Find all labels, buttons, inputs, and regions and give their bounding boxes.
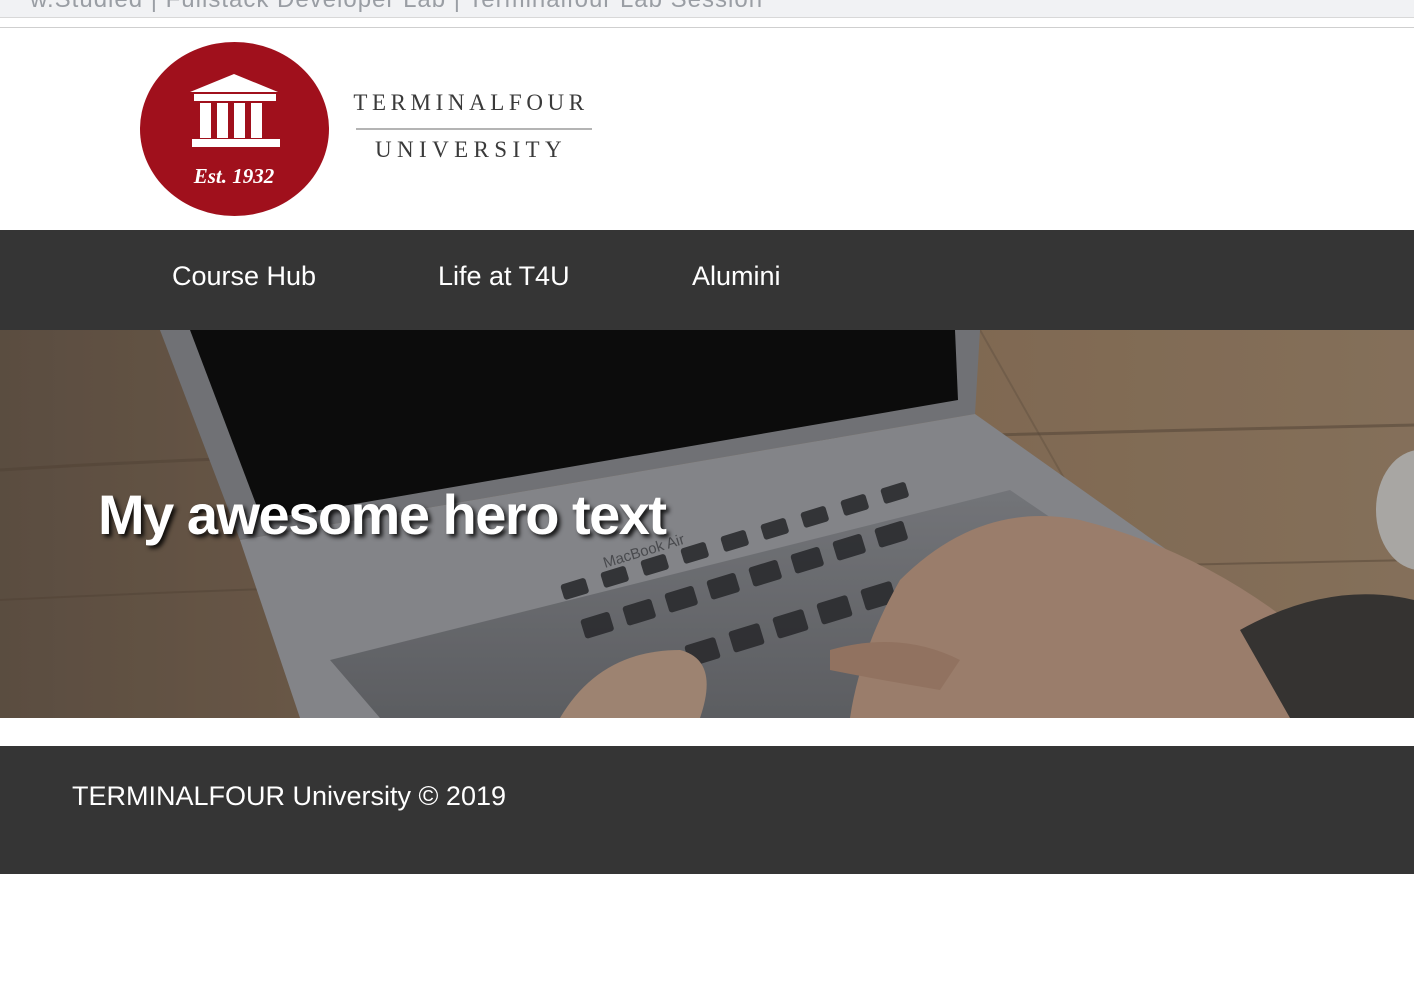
- nav-item-life-at-t4u[interactable]: Life at T4U: [438, 261, 570, 292]
- site-footer: TERMINALFOUR University © 2019: [0, 746, 1414, 874]
- seal-text: Est. 1932: [193, 164, 275, 188]
- main-navigation: Course Hub Life at T4U Alumini: [0, 230, 1414, 330]
- university-seal-icon: Est. 1932: [140, 42, 329, 216]
- university-wordmark: TERMINALFOUR UNIVERSITY: [338, 88, 608, 178]
- wordmark-bottom: UNIVERSITY: [375, 137, 567, 162]
- hero-title: My awesome hero text: [98, 483, 667, 546]
- hero-banner: MacBook Air My awesome hero text: [0, 330, 1414, 718]
- nav-item-course-hub[interactable]: Course Hub: [172, 261, 316, 292]
- wordmark-divider: [356, 128, 592, 130]
- browser-partial-text: w.Studied | Fullstack Developer Lab | Te…: [30, 0, 763, 14]
- university-logo-link[interactable]: Est. 1932 TERMINALFOUR UNIVERSITY: [140, 42, 610, 216]
- wordmark-top: TERMINALFOUR: [353, 90, 589, 115]
- footer-copyright: TERMINALFOUR University © 2019: [72, 781, 506, 811]
- nav-item-alumini[interactable]: Alumini: [692, 261, 781, 292]
- browser-top-strip: w.Studied | Fullstack Developer Lab | Te…: [0, 0, 1414, 18]
- site-header: Est. 1932 TERMINALFOUR UNIVERSITY: [0, 28, 1414, 230]
